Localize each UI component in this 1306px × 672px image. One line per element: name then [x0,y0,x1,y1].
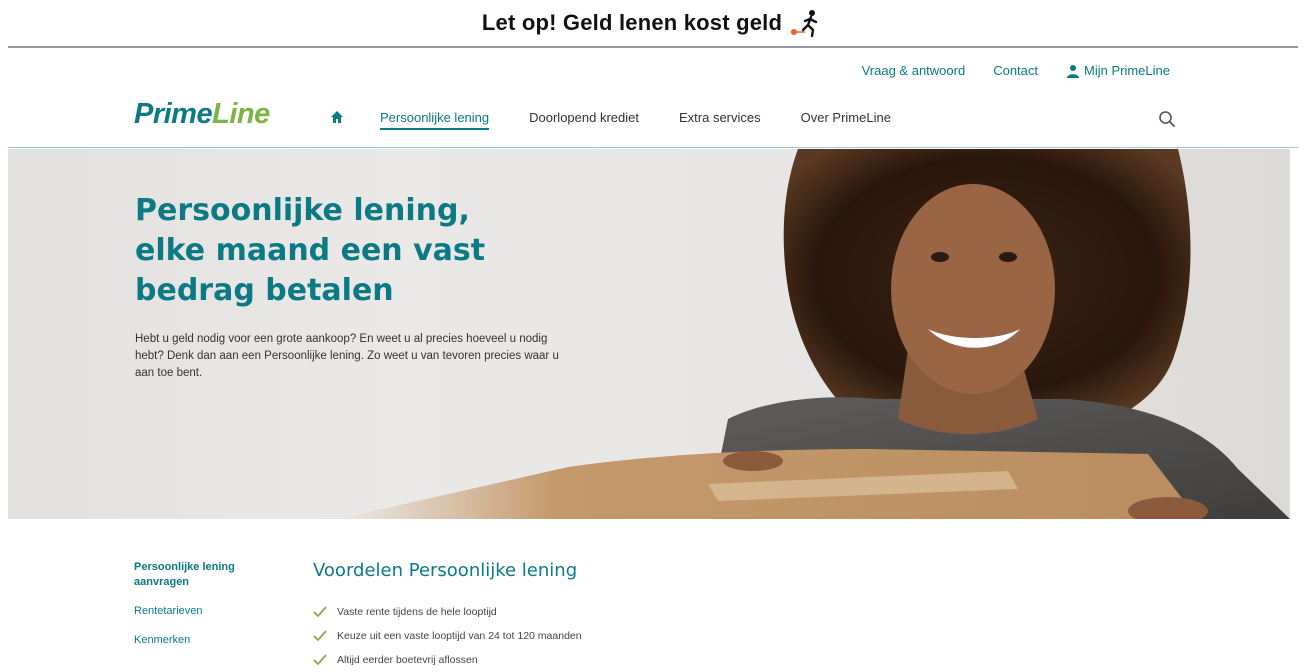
home-icon[interactable] [330,110,344,124]
side-nav: Persoonlijke lening aanvragen Rentetarie… [134,560,274,662]
check-icon [313,606,327,618]
nav-item-label: Persoonlijke lening [380,110,490,130]
side-item-rentetarieven[interactable]: Rentetarieven [134,604,274,619]
hero-banner: Persoonlijke lening, elke maand een vast… [8,149,1290,519]
primeline-logo[interactable]: PrimeLine [134,98,270,131]
nav-item-doorlopend-krediet[interactable]: Doorlopend krediet [529,110,639,125]
contact-link-label: Contact [993,63,1039,78]
list-item: Keuze uit een vaste looptijd van 24 tot … [313,624,582,648]
hero-body: Hebt u geld nodig voor een grote aankoop… [135,333,559,379]
contact-link[interactable]: Contact [993,63,1038,78]
my-account-label: Mijn PrimeLine [1084,63,1170,78]
nav-item-label: Over PrimeLine [800,110,891,125]
nav-item-extra-services[interactable]: Extra services [679,110,761,125]
logo-part-prime: Prime [134,98,213,130]
my-account-link[interactable]: Mijn PrimeLine [1066,63,1170,78]
section-title: Voordelen Persoonlijke lening [313,560,578,581]
list-item: Altijd eerder boetevrij aflossen [313,648,582,672]
hero-title-line-3: bedrag betalen [135,273,394,308]
check-icon [313,654,327,666]
benefit-text: Keuze uit een vaste looptijd van 24 tot … [337,630,582,642]
warning-text: Let op! Geld lenen kost geld [481,10,783,35]
search-icon[interactable] [1158,110,1176,128]
faq-link-label: Vraag & antwoord [861,63,966,78]
side-item-kenmerken[interactable]: Kenmerken [134,633,274,648]
hero-text: Persoonlijke lening, elke maand een vast… [135,191,595,394]
main-nav: PrimeLine Persoonlijke lening Doorlopend… [0,92,1306,148]
hero-title-line-1: Persoonlijke lening, [135,193,470,228]
nav-items: Persoonlijke lening Doorlopend krediet E… [380,110,931,130]
running-man-icon [791,10,818,38]
nav-item-label: Doorlopend krediet [529,110,639,125]
faq-link[interactable]: Vraag & antwoord [862,63,966,78]
benefit-text: Altijd eerder boetevrij aflossen [337,654,478,666]
hero-title: Persoonlijke lening, elke maand een vast… [135,191,595,311]
list-item: Vaste rente tijdens de hele looptijd [313,600,582,624]
side-item-aanvragen[interactable]: Persoonlijke lening aanvragen [134,560,274,590]
nav-item-persoonlijke-lening[interactable]: Persoonlijke lening [380,110,490,130]
hero-title-line-2: elke maand een vast [135,233,486,268]
user-icon [1067,64,1080,78]
top-links: Vraag & antwoord Contact Mijn PrimeLine [862,63,1170,78]
nav-item-over-primeline[interactable]: Over PrimeLine [801,110,891,125]
nav-divider [8,147,1298,148]
benefits-list: Vaste rente tijdens de hele looptijd Keu… [313,600,582,672]
nav-item-label: Extra services [678,110,761,125]
warning-banner: Let op! Geld lenen kost geld [0,0,1306,46]
benefit-text: Vaste rente tijdens de hele looptijd [337,606,497,618]
check-icon [313,630,327,642]
warning-divider [8,46,1298,48]
logo-part-line: Line [212,98,270,130]
